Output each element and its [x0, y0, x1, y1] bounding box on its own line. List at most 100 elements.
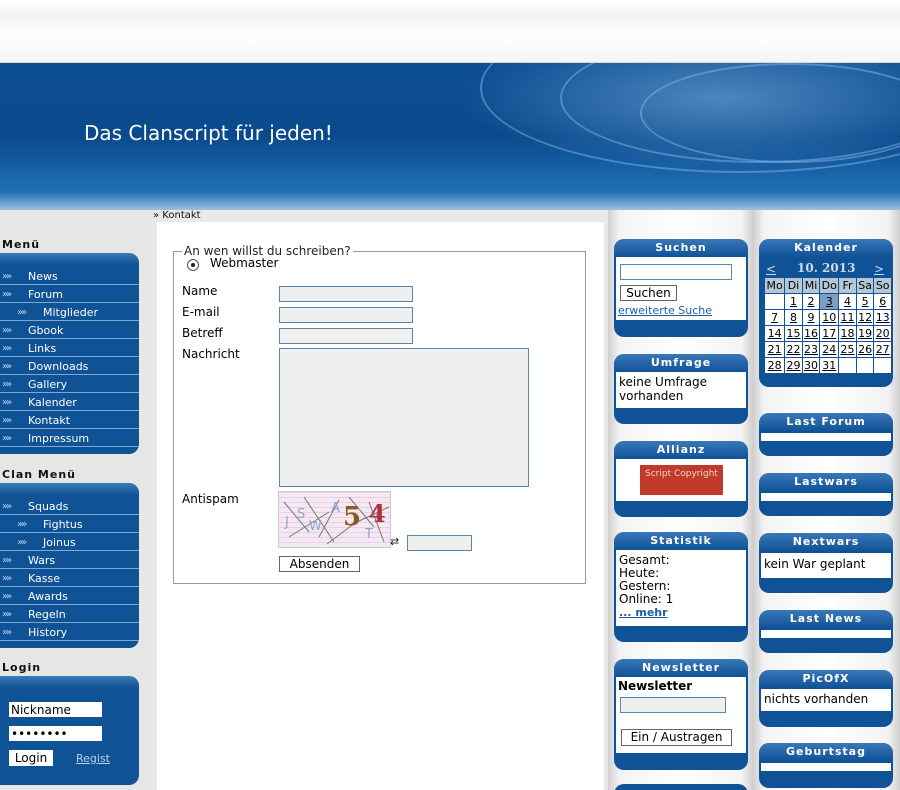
calendar-day[interactable]: 30: [801, 357, 821, 374]
calendar-day[interactable]: 3: [819, 293, 840, 310]
calendar-day[interactable]: 10: [819, 309, 840, 326]
stats-more-link[interactable]: ... mehr: [619, 606, 743, 619]
arrow-icon: »»: [17, 519, 27, 530]
menu-item-kontakt[interactable]: »» Kontakt: [0, 412, 139, 429]
calendar-day[interactable]: 23: [801, 341, 821, 358]
calendar-day[interactable]: 26: [855, 341, 875, 358]
calendar-day[interactable]: 28: [763, 357, 786, 374]
subject-input[interactable]: [279, 328, 413, 344]
calendar-day[interactable]: 7: [763, 309, 786, 326]
calendar-day[interactable]: 9: [801, 309, 821, 326]
calendar-day[interactable]: 19: [855, 325, 875, 342]
calendar-next[interactable]: >: [874, 262, 884, 276]
menu-item-links[interactable]: »» Links: [0, 340, 139, 357]
last-forum-body: [761, 433, 891, 441]
menu-cap: [0, 253, 139, 265]
main-menu: »» News»» Forum»» Mitglieder»» Gbook»» Links»…: [0, 253, 139, 454]
calendar-day[interactable]: 8: [784, 309, 803, 326]
calendar-day[interactable]: 4: [838, 293, 857, 310]
menu-item-label: Joinus: [43, 536, 76, 549]
alliance-body: Script Copyright: [616, 459, 746, 501]
menu-item-regeln[interactable]: »» Regeln: [0, 606, 139, 623]
calendar-day[interactable]: 13: [873, 309, 892, 326]
stats-online: Online: 1: [619, 592, 674, 606]
last-news-title: Last News: [759, 610, 893, 628]
menu-item-wars[interactable]: »» Wars: [0, 552, 139, 569]
search-title: Suchen: [614, 239, 748, 257]
calendar-day[interactable]: 2: [801, 293, 821, 310]
menu-item-fightus[interactable]: »» Fightus: [0, 516, 139, 533]
calendar-nav: < 10. 2013 >: [764, 261, 892, 277]
menu-item-news[interactable]: »» News: [0, 268, 139, 285]
calendar-day[interactable]: 1: [784, 293, 803, 310]
menu-item-kasse[interactable]: »» Kasse: [0, 570, 139, 587]
password-input[interactable]: [9, 726, 102, 741]
login-button[interactable]: Login: [9, 750, 53, 766]
calendar-weekday: Do: [819, 277, 840, 294]
alliance-banner[interactable]: Script Copyright: [640, 465, 723, 495]
name-input[interactable]: [279, 286, 413, 302]
menu-item-awards[interactable]: »» Awards: [0, 588, 139, 605]
calendar-day[interactable]: 31: [819, 357, 840, 374]
calendar-day[interactable]: 24: [819, 341, 840, 358]
menu-item-label: Wars: [28, 554, 56, 567]
calendar-day[interactable]: 21: [763, 341, 786, 358]
menu-item-mitglieder[interactable]: »» Mitglieder: [0, 304, 139, 321]
clan-menu: »» Squads»» Fightus»» Joinus»» Wars»» Kasse»»…: [0, 483, 139, 648]
calendar-day[interactable]: 25: [838, 341, 857, 358]
register-link[interactable]: Regist: [76, 752, 110, 765]
email-input[interactable]: [279, 307, 413, 323]
nickname-input[interactable]: [9, 702, 102, 717]
top-bar: [0, 0, 900, 63]
calendar-day[interactable]: 29: [784, 357, 803, 374]
right-sidebar: Kalender < 10. 2013 > Mo Di Mi Do Fr Sa So 1 2 3 4…: [753, 210, 900, 790]
menu-item-label: Regeln: [28, 608, 66, 621]
submit-button[interactable]: Absenden: [279, 556, 360, 572]
calendar-day[interactable]: 5: [855, 293, 875, 310]
newsletter-input[interactable]: [620, 697, 726, 713]
menu-cap: [0, 676, 139, 688]
search-input[interactable]: [620, 264, 732, 280]
menu-item-label: Awards: [28, 590, 68, 603]
menu-item-label: Kasse: [28, 572, 60, 585]
header-banner: Das Clanscript für jeden!: [0, 63, 900, 210]
newsletter-label: Newsletter: [618, 679, 693, 693]
refresh-icon[interactable]: ⇄: [390, 535, 399, 548]
menu-item-squads[interactable]: »» Squads: [0, 498, 139, 515]
poll-text: keine Umfrage vorhanden: [616, 372, 746, 408]
menu-item-downloads[interactable]: »» Downloads: [0, 358, 139, 375]
advanced-search-link[interactable]: erweiterte Suche: [618, 304, 712, 317]
menu-item-history[interactable]: »» History: [0, 624, 139, 641]
arrow-icon: »»: [2, 415, 12, 426]
menu-item-joinus[interactable]: »» Joinus: [0, 534, 139, 551]
calendar-day[interactable]: 15: [784, 325, 803, 342]
calendar-day[interactable]: 6: [873, 293, 892, 310]
recipient-radio[interactable]: [187, 259, 199, 271]
antispam-label: Antispam: [182, 492, 239, 506]
stats-title: Statistik: [614, 532, 748, 550]
menu-item-label: Kontakt: [28, 414, 71, 427]
search-button[interactable]: Suchen: [620, 285, 677, 301]
calendar-day[interactable]: 11: [838, 309, 857, 326]
newsletter-body: Newsletter Ein / Austragen: [616, 677, 746, 753]
menu-item-impressum[interactable]: »» Impressum: [0, 430, 139, 447]
captcha-input[interactable]: [407, 535, 472, 551]
calendar-day[interactable]: 18: [838, 325, 857, 342]
message-textarea[interactable]: [279, 348, 529, 487]
calendar-day[interactable]: 22: [784, 341, 803, 358]
calendar-day[interactable]: 17: [819, 325, 840, 342]
menu-item-gallery[interactable]: »» Gallery: [0, 376, 139, 393]
newsletter-button[interactable]: Ein / Austragen: [621, 729, 732, 746]
calendar-day[interactable]: 27: [873, 341, 892, 358]
calendar-weekday: So: [873, 277, 892, 294]
calendar-day[interactable]: 20: [873, 325, 892, 342]
calendar-day[interactable]: 12: [855, 309, 875, 326]
menu-item-kalender[interactable]: »» Kalender: [0, 394, 139, 411]
menu-item-gbook[interactable]: »» Gbook: [0, 322, 139, 339]
subject-label: Betreff: [182, 326, 223, 340]
calendar-prev[interactable]: <: [766, 262, 776, 276]
middle-sidebar: Suchen Suchen erweiterte Suche Umfrage k…: [608, 210, 753, 790]
calendar-day[interactable]: 16: [801, 325, 821, 342]
menu-item-forum[interactable]: »» Forum: [0, 286, 139, 303]
calendar-day[interactable]: 14: [763, 325, 786, 342]
